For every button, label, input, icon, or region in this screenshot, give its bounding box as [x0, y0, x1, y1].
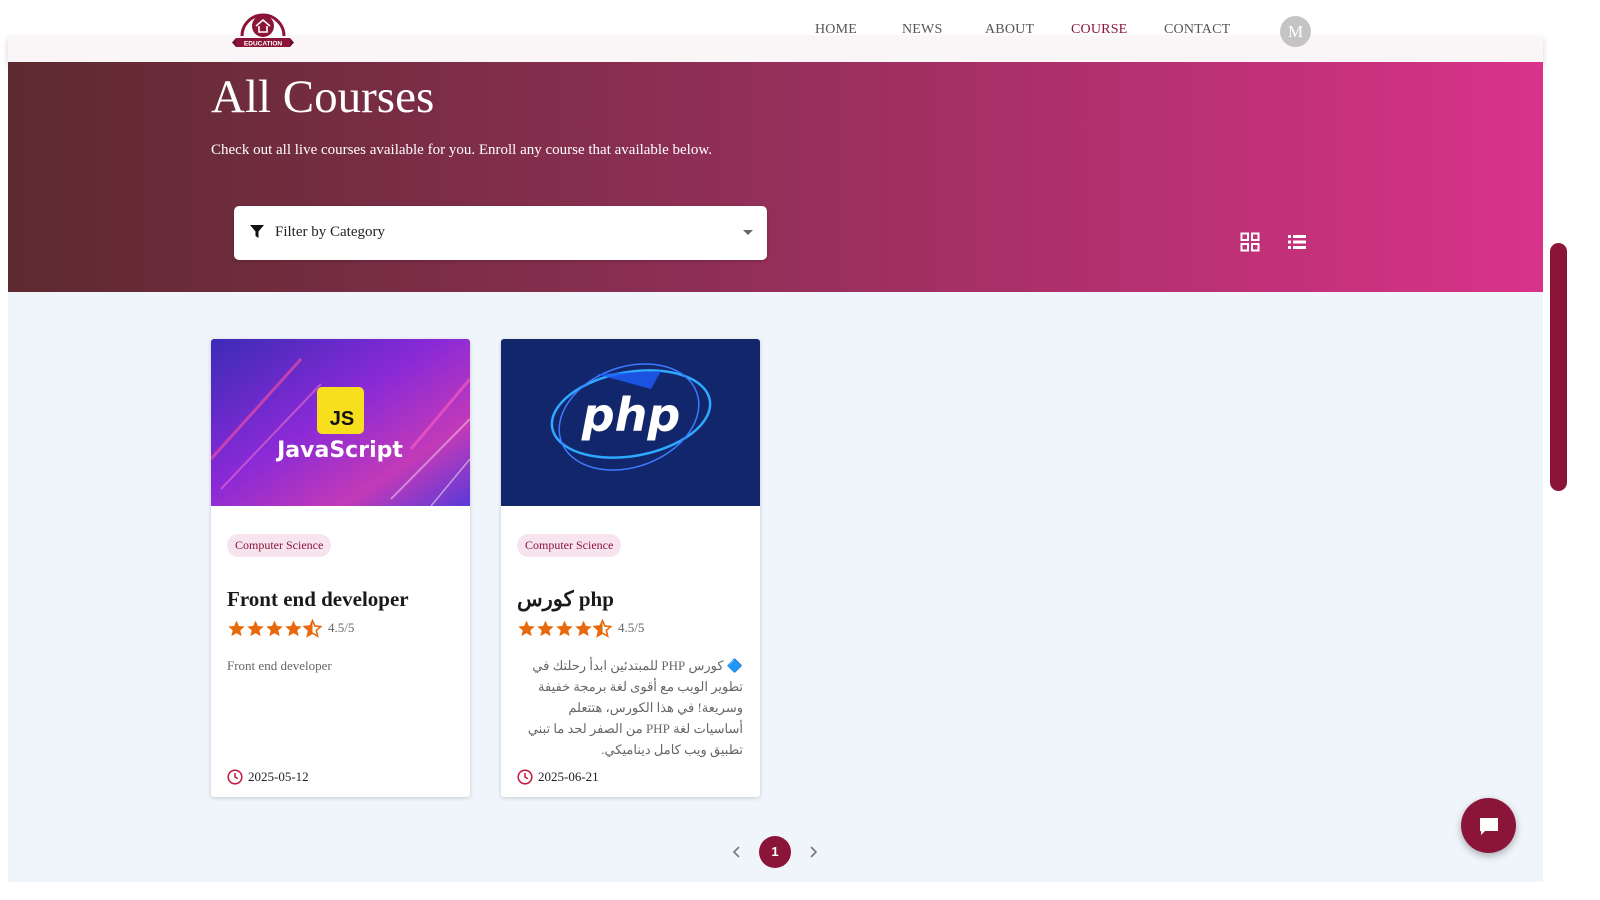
course-title[interactable]: Front end developer: [227, 587, 409, 612]
list-view-icon[interactable]: [1287, 232, 1307, 252]
chevron-left-icon[interactable]: [729, 844, 745, 860]
star-icon: [247, 620, 264, 636]
star-icon: [518, 620, 535, 636]
course-date-text: 2025-06-21: [538, 769, 599, 784]
star-half-icon: [593, 618, 612, 638]
nav-news[interactable]: NEWS: [902, 22, 942, 38]
filter-icon: [250, 225, 264, 238]
course-card[interactable]: JS JavaScript Computer Science Front end…: [211, 339, 470, 797]
hero-banner: All Courses Check out all live courses a…: [8, 62, 1543, 292]
rating-stars: 4.5/5: [227, 618, 354, 638]
rating-text: 4.5/5: [618, 620, 645, 635]
nav-home[interactable]: HOME: [815, 22, 857, 38]
chat-icon: [1480, 818, 1498, 835]
logo-text: EDUCATION: [244, 41, 282, 48]
course-description: Front end developer: [227, 658, 332, 673]
clock-icon: [227, 769, 243, 785]
nav-about[interactable]: ABOUT: [985, 22, 1034, 38]
nav-course[interactable]: COURSE: [1071, 22, 1127, 38]
js-badge-text: JS: [330, 408, 354, 430]
education-logo[interactable]: EDUCATION: [232, 4, 294, 52]
php-course-image[interactable]: php: [501, 339, 760, 506]
javascript-course-image[interactable]: JS JavaScript: [211, 339, 470, 506]
course-date-text: 2025-05-12: [248, 769, 309, 784]
top-navbar: EDUCATION HOME NEWS ABOUT COURSE CONTACT…: [0, 0, 1600, 63]
course-date: 2025-05-12: [227, 768, 309, 786]
star-icon: [556, 620, 573, 636]
chat-button[interactable]: [1461, 798, 1516, 853]
php-image-text: php: [581, 388, 681, 442]
scrollbar-thumb[interactable]: [1550, 243, 1567, 491]
star-icon: [266, 620, 283, 636]
grid-view-icon[interactable]: [1240, 232, 1260, 252]
category-filter-select[interactable]: Filter by Category: [234, 206, 767, 260]
category-badge[interactable]: Computer Science: [517, 534, 622, 557]
js-image-text: JavaScript: [275, 438, 403, 463]
filter-label: Filter by Category: [275, 224, 385, 240]
clock-icon: [517, 769, 533, 785]
course-title[interactable]: كورس php: [517, 587, 614, 612]
course-date: 2025-06-21: [517, 768, 599, 786]
rating-text: 4.5/5: [328, 620, 355, 635]
course-card[interactable]: php Computer Science كورس php 4.5/5 🔷 كو…: [501, 339, 760, 797]
course-description: 🔷 كورس PHP للمبتدئين ابدأ رحلتك في تطوير…: [527, 658, 743, 757]
chevron-right-icon[interactable]: [805, 844, 821, 860]
star-icon: [285, 620, 302, 636]
user-avatar[interactable]: M: [1280, 16, 1311, 47]
star-icon: [575, 620, 592, 636]
nav-contact[interactable]: CONTACT: [1164, 22, 1230, 38]
star-icon: [228, 620, 245, 636]
rating-stars: 4.5/5: [517, 618, 644, 638]
star-icon: [537, 620, 554, 636]
pagination-page-1[interactable]: 1: [759, 836, 791, 868]
page-title: All Courses: [211, 71, 435, 123]
star-half-icon: [303, 618, 322, 638]
category-badge[interactable]: Computer Science: [227, 534, 332, 557]
chevron-down-icon: [743, 230, 753, 235]
page-subtitle: Check out all live courses available for…: [211, 142, 712, 158]
